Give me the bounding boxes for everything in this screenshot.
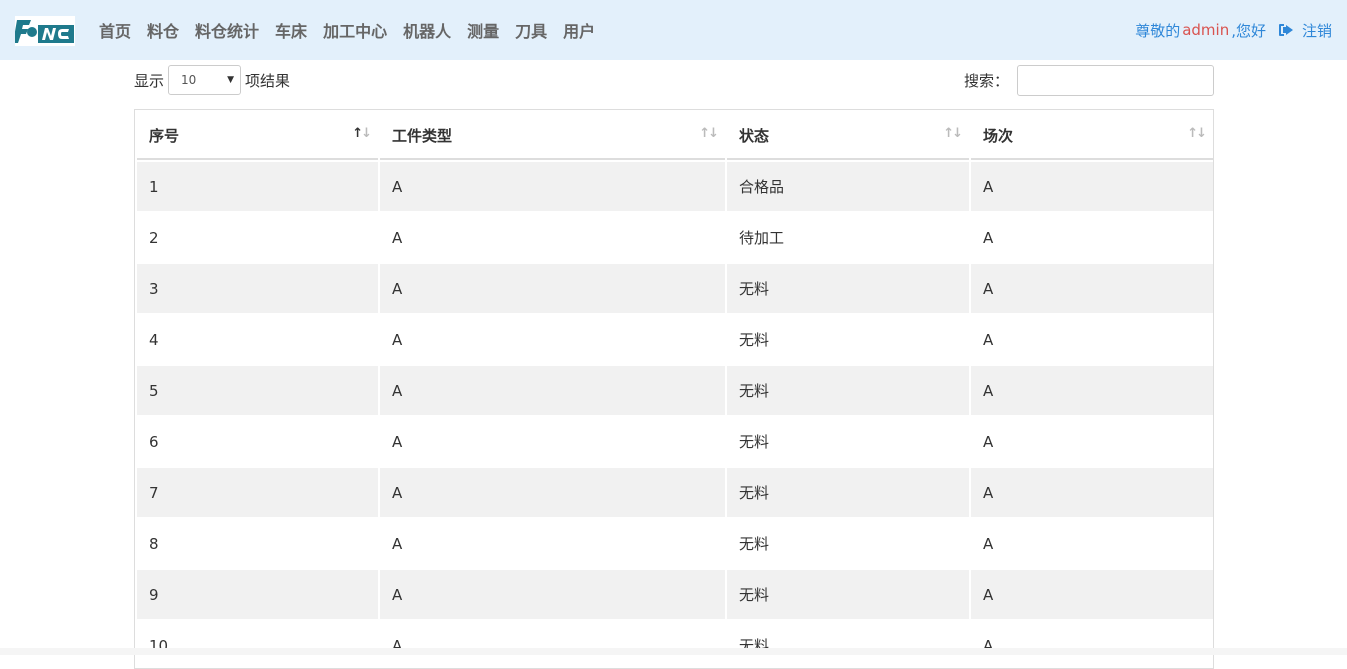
table-row: 10 A 无料 A	[137, 621, 1213, 668]
cell-session: A	[971, 570, 1213, 619]
cell-session: A	[971, 315, 1213, 364]
bottom-scroll-edge	[0, 648, 1347, 655]
cell-type: A	[380, 519, 725, 568]
cell-type: A	[380, 213, 725, 262]
nav-robot[interactable]: 机器人	[403, 18, 451, 42]
cell-session: A	[971, 213, 1213, 262]
cell-status: 无料	[727, 570, 969, 619]
greeting-suffix: ,您好	[1231, 21, 1266, 40]
table-row: 2 A 待加工 A	[137, 213, 1213, 262]
table-row: 8 A 无料 A	[137, 519, 1213, 568]
brand-logo[interactable]	[15, 16, 75, 46]
cell-session: A	[971, 468, 1213, 517]
cell-status: 无料	[727, 417, 969, 466]
table-row: 1 A 合格品 A	[137, 162, 1213, 211]
cell-status: 合格品	[727, 162, 969, 211]
cell-session: A	[971, 264, 1213, 313]
cell-session: A	[971, 621, 1213, 668]
cell-status: 无料	[727, 366, 969, 415]
cell-type: A	[380, 366, 725, 415]
search-control: 搜索：	[964, 64, 1214, 96]
page-size-value: 10	[181, 73, 197, 87]
table-row: 9 A 无料 A	[137, 570, 1213, 619]
results-label: 项结果	[245, 71, 291, 90]
logout-label: 注销	[1301, 21, 1332, 40]
cell-index: 10	[137, 621, 378, 668]
top-navbar: 首页 料仓 料仓统计 车床 加工中心 机器人 测量 刀具 用户 尊敬的 admi…	[0, 0, 1347, 60]
nav-machining-center[interactable]: 加工中心	[323, 18, 387, 42]
caret-down-icon: ▼	[227, 75, 235, 85]
cell-type: A	[380, 468, 725, 517]
column-header-session[interactable]: 场次 ↑↓	[971, 112, 1213, 160]
show-label: 显示	[134, 71, 165, 90]
cell-session: A	[971, 366, 1213, 415]
nav-silo[interactable]: 料仓	[147, 18, 179, 42]
cell-session: A	[971, 519, 1213, 568]
cell-type: A	[380, 417, 725, 466]
data-table: 序号 ↑↓ 工件类型 ↑↓ 状态 ↑↓ 场次 ↑↓ 1 A 合格品 A 2 A …	[135, 110, 1213, 668]
cell-index: 8	[137, 519, 378, 568]
table-controls: 显示 10 ▼ 项结果 搜索：	[134, 64, 1214, 96]
user-area: 尊敬的 admin ,您好 注销	[1135, 0, 1332, 60]
cell-status: 无料	[727, 264, 969, 313]
logout-button[interactable]: 注销	[1278, 20, 1332, 41]
sign-out-icon	[1278, 24, 1293, 36]
table-row: 4 A 无料 A	[137, 315, 1213, 364]
nav-measure[interactable]: 测量	[467, 18, 499, 42]
username: admin	[1182, 21, 1230, 39]
page-size-select[interactable]: 10 ▼	[168, 65, 242, 95]
cell-session: A	[971, 417, 1213, 466]
sort-asc-icon: ↑↓	[352, 126, 372, 141]
cell-index: 7	[137, 468, 378, 517]
cell-session: A	[971, 162, 1213, 211]
cell-status: 待加工	[727, 213, 969, 262]
cell-type: A	[380, 162, 725, 211]
cell-index: 5	[137, 366, 378, 415]
table-row: 5 A 无料 A	[137, 366, 1213, 415]
column-header-label: 状态	[739, 126, 770, 145]
column-header-index[interactable]: 序号 ↑↓	[137, 112, 378, 160]
sort-icon: ↑↓	[1187, 126, 1207, 141]
column-header-type[interactable]: 工件类型 ↑↓	[380, 112, 725, 160]
nav-tools[interactable]: 刀具	[515, 18, 547, 42]
cell-type: A	[380, 264, 725, 313]
cell-index: 2	[137, 213, 378, 262]
nav-home[interactable]: 首页	[99, 18, 131, 42]
cell-index: 6	[137, 417, 378, 466]
nav-users[interactable]: 用户	[563, 18, 595, 42]
column-header-status[interactable]: 状态 ↑↓	[727, 112, 969, 160]
column-header-label: 序号	[149, 126, 180, 145]
table-row: 7 A 无料 A	[137, 468, 1213, 517]
cell-status: 无料	[727, 621, 969, 668]
table-row: 6 A 无料 A	[137, 417, 1213, 466]
cell-type: A	[380, 621, 725, 668]
cell-status: 无料	[727, 468, 969, 517]
cell-status: 无料	[727, 315, 969, 364]
sort-icon: ↑↓	[699, 126, 719, 141]
page-length-control: 显示 10 ▼ 项结果	[134, 64, 290, 96]
cell-type: A	[380, 570, 725, 619]
cell-index: 4	[137, 315, 378, 364]
nav-silo-stats[interactable]: 料仓统计	[195, 18, 259, 42]
data-table-container: 序号 ↑↓ 工件类型 ↑↓ 状态 ↑↓ 场次 ↑↓ 1 A 合格品 A 2 A …	[134, 109, 1214, 669]
cell-index: 1	[137, 162, 378, 211]
nav-lathe[interactable]: 车床	[275, 18, 307, 42]
sort-icon: ↑↓	[943, 126, 963, 141]
cell-type: A	[380, 315, 725, 364]
search-input[interactable]	[1017, 64, 1214, 96]
cell-index: 9	[137, 570, 378, 619]
search-label: 搜索：	[963, 71, 1009, 90]
table-row: 3 A 无料 A	[137, 264, 1213, 313]
cell-status: 无料	[727, 519, 969, 568]
table-header-row: 序号 ↑↓ 工件类型 ↑↓ 状态 ↑↓ 场次 ↑↓	[137, 112, 1213, 160]
main-menu: 首页 料仓 料仓统计 车床 加工中心 机器人 测量 刀具 用户	[99, 0, 611, 60]
greeting-text: 尊敬的	[1135, 21, 1181, 40]
column-header-label: 场次	[983, 126, 1014, 145]
cell-index: 3	[137, 264, 378, 313]
column-header-label: 工件类型	[392, 126, 453, 145]
